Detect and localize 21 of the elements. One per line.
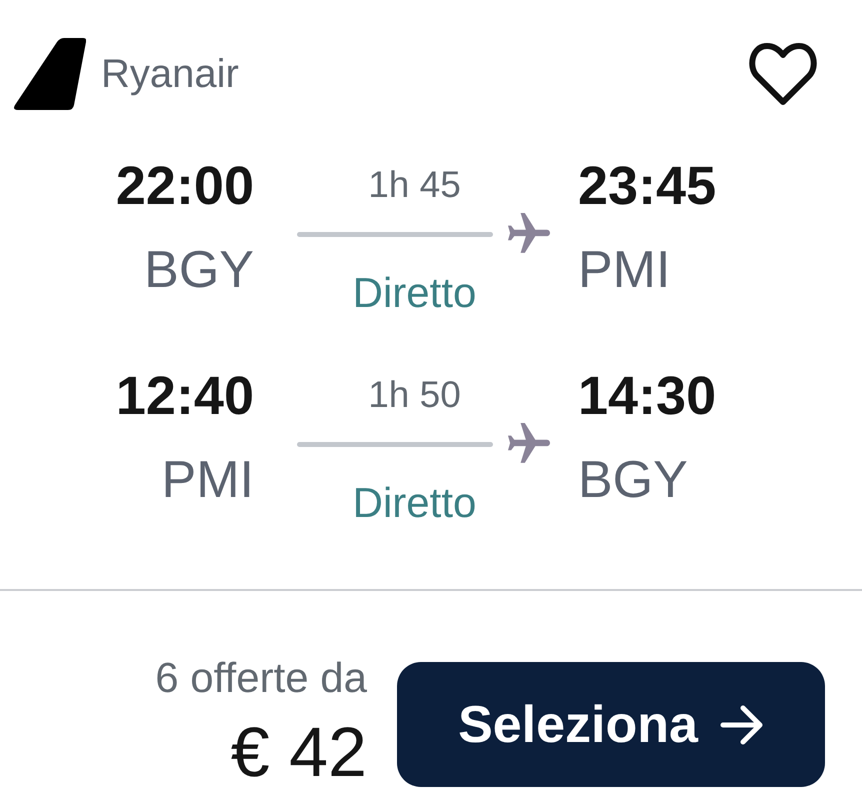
- arrival-time: 23:45: [578, 156, 716, 216]
- flight-duration: 1h 45: [368, 163, 461, 207]
- offers-count: 6 offerte da: [155, 658, 367, 698]
- plane-icon: [508, 423, 550, 465]
- arrival-airport: BGY: [578, 450, 688, 510]
- departure-airport: PMI: [162, 450, 254, 510]
- flight-duration: 1h 50: [368, 373, 461, 417]
- arrow-icon: [720, 704, 764, 744]
- departure-airport: BGY: [144, 240, 254, 300]
- plane-icon: [508, 213, 550, 255]
- arrival-time: 14:30: [578, 366, 716, 426]
- heart-icon[interactable]: [748, 42, 818, 106]
- price: € 42: [230, 720, 367, 784]
- airline-name: Ryanair: [101, 51, 239, 97]
- departure-time: 12:40: [116, 366, 254, 426]
- tail-fin-icon: [12, 38, 86, 110]
- stops-label: Diretto: [352, 273, 476, 313]
- stops-label: Diretto: [352, 483, 476, 523]
- select-button[interactable]: Seleziona: [397, 662, 825, 787]
- arrival-airport: PMI: [578, 240, 670, 300]
- departure-time: 22:00: [116, 156, 254, 216]
